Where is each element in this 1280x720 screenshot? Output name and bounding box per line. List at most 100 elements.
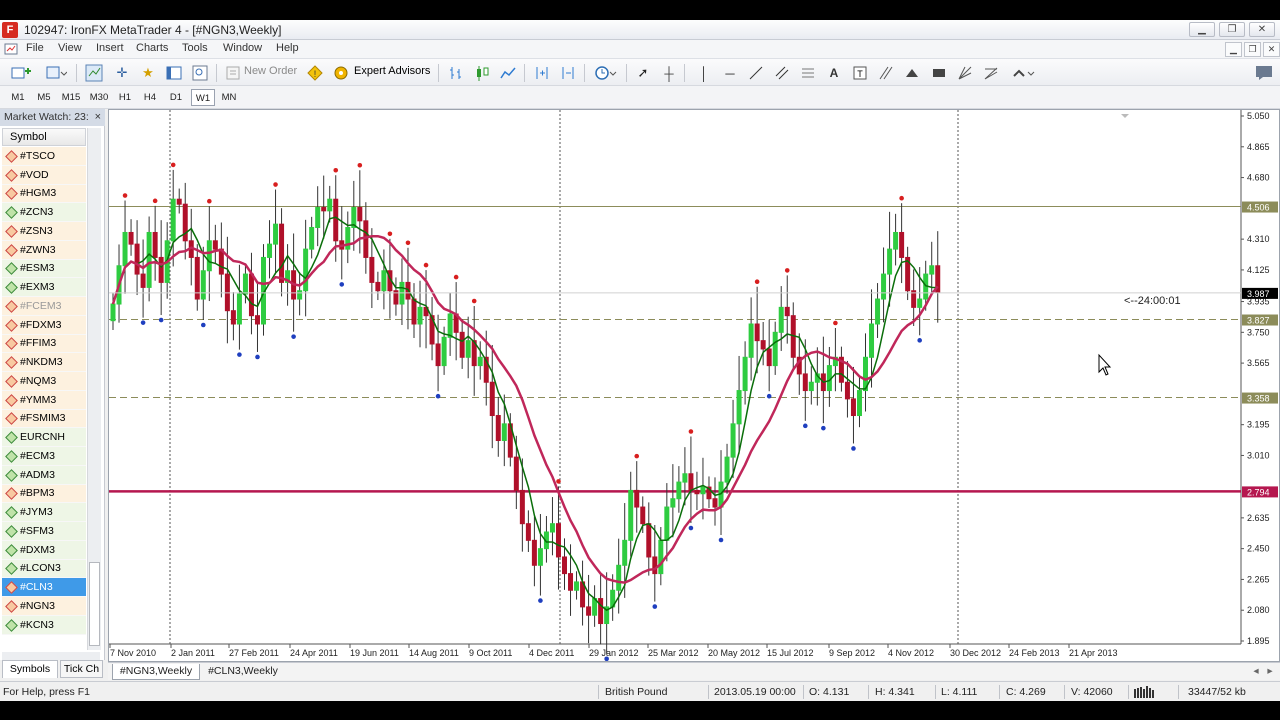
new-order-icon[interactable] — [224, 63, 242, 83]
candlestick-chart-icon[interactable] — [472, 63, 492, 83]
symbol-row[interactable]: #ZSN3 — [2, 222, 86, 241]
tabs-scroll-right-icon[interactable]: ▸ — [1264, 664, 1276, 680]
candle-body[interactable] — [694, 489, 700, 495]
candle-body[interactable] — [489, 381, 495, 417]
symbol-row[interactable]: #YMM3 — [2, 390, 86, 410]
new-chart-icon[interactable] — [8, 63, 36, 83]
symbol-row[interactable]: #EXM3 — [2, 278, 86, 297]
symbol-row[interactable]: #CLN3 — [2, 578, 86, 597]
candle-body[interactable] — [760, 340, 766, 350]
periods-icon[interactable] — [592, 63, 620, 83]
tab-ngn3-weekly[interactable]: #NGN3,Weekly — [112, 664, 200, 680]
symbol-row[interactable]: #JYM3 — [2, 503, 86, 522]
candle-body[interactable] — [869, 323, 875, 358]
metaeditor-icon[interactable]: ! — [306, 63, 324, 83]
candle-body[interactable] — [447, 313, 453, 338]
symbol-row[interactable]: #ADM3 — [2, 465, 86, 485]
candle-body[interactable] — [146, 231, 152, 288]
candle-body[interactable] — [465, 340, 471, 358]
candle-body[interactable] — [242, 273, 248, 295]
candle-body[interactable] — [742, 356, 748, 392]
candle-body[interactable] — [381, 270, 387, 292]
candle-body[interactable] — [676, 481, 682, 500]
text-icon[interactable]: A — [826, 63, 842, 83]
candle-body[interactable] — [182, 203, 188, 242]
timeframe-m1[interactable]: M1 — [6, 89, 30, 106]
line-chart-icon[interactable] — [498, 63, 518, 83]
candle-body[interactable] — [784, 306, 790, 317]
close-button[interactable]: ✕ — [1249, 22, 1275, 37]
candle-body[interactable] — [586, 606, 592, 616]
candle-body[interactable] — [230, 310, 236, 325]
expert-advisors-label[interactable]: Expert Advisors — [354, 65, 430, 77]
symbol-row[interactable]: EURCNH — [2, 428, 86, 447]
mdi-restore-button[interactable]: ❐ — [1244, 42, 1261, 57]
candle-body[interactable] — [616, 564, 622, 591]
candle-body[interactable] — [176, 198, 182, 205]
candle-body[interactable] — [670, 498, 676, 508]
candle-body[interactable] — [411, 298, 417, 325]
candle-body[interactable] — [303, 248, 309, 292]
price-chart[interactable]: 5.0504.8654.6804.3104.1253.9353.7503.565… — [109, 110, 1279, 661]
candle-body[interactable] — [562, 556, 567, 575]
candle-body[interactable] — [856, 390, 862, 417]
symbol-row[interactable]: #BPM3 — [2, 484, 86, 504]
candle-body[interactable] — [598, 598, 604, 625]
symbol-row[interactable]: #FFIM3 — [2, 334, 86, 354]
candle-body[interactable] — [549, 523, 555, 533]
candle-body[interactable] — [531, 539, 537, 566]
candle-body[interactable] — [212, 240, 218, 250]
symbol-row[interactable]: #HGM3 — [2, 184, 86, 204]
mdi-close-button[interactable]: ✕ — [1263, 42, 1280, 57]
maximize-button[interactable]: ❐ — [1219, 22, 1245, 37]
symbol-row[interactable]: #DXM3 — [2, 540, 86, 560]
menu-charts[interactable]: Charts — [136, 42, 168, 54]
fibo-fan-icon[interactable] — [982, 63, 1000, 83]
bar-chart-icon[interactable] — [446, 63, 466, 83]
minimize-button[interactable]: ▁ — [1189, 22, 1215, 37]
symbol-row[interactable]: #ESM3 — [2, 259, 86, 279]
candle-body[interactable] — [158, 256, 164, 283]
candle-body[interactable] — [495, 415, 501, 441]
candle-body[interactable] — [712, 498, 718, 508]
candle-body[interactable] — [736, 390, 742, 425]
candle-body[interactable] — [441, 336, 447, 367]
candle-body[interactable] — [501, 423, 507, 441]
candle-body[interactable] — [279, 223, 285, 283]
fibonacci-icon[interactable] — [800, 63, 816, 83]
timeframe-mn[interactable]: MN — [217, 89, 241, 106]
candle-body[interactable] — [652, 556, 658, 575]
candle-body[interactable] — [537, 548, 543, 566]
candle-body[interactable] — [917, 298, 923, 308]
terminal-icon[interactable] — [164, 63, 184, 83]
candle-body[interactable] — [881, 273, 887, 300]
vertical-line-icon[interactable]: │ — [696, 63, 712, 83]
timeframe-m30[interactable]: M30 — [86, 89, 112, 106]
candle-body[interactable] — [658, 539, 664, 575]
candle-body[interactable] — [802, 373, 808, 392]
symbol-row[interactable]: #KCN3 — [2, 615, 86, 635]
candle-body[interactable] — [315, 207, 321, 228]
menu-file[interactable]: File — [26, 42, 44, 54]
candle-body[interactable] — [309, 226, 315, 250]
candle-body[interactable] — [730, 423, 736, 458]
candle-body[interactable] — [682, 473, 688, 483]
candle-body[interactable] — [640, 506, 646, 525]
zoom-in-icon[interactable] — [532, 63, 552, 83]
market-watch-icon[interactable] — [84, 63, 104, 83]
arrow-up-icon[interactable] — [904, 63, 920, 83]
candle-body[interactable] — [634, 489, 640, 508]
profiles-icon[interactable] — [42, 63, 70, 83]
candle-body[interactable] — [688, 473, 694, 491]
equidistant-channel-icon[interactable] — [774, 63, 790, 83]
candle-body[interactable] — [628, 489, 634, 541]
symbol-column-header[interactable]: Symbol — [2, 128, 86, 146]
candle-body[interactable] — [273, 223, 279, 245]
timeframe-m15[interactable]: M15 — [58, 89, 84, 106]
symbol-list-scrollbar[interactable] — [87, 128, 101, 650]
symbol-row[interactable]: #ZWN3 — [2, 240, 86, 260]
timeframe-h4[interactable]: H4 — [138, 89, 162, 106]
chat-icon[interactable] — [1254, 63, 1274, 83]
symbol-row[interactable]: #ECM3 — [2, 447, 86, 466]
candle-body[interactable] — [435, 343, 441, 367]
